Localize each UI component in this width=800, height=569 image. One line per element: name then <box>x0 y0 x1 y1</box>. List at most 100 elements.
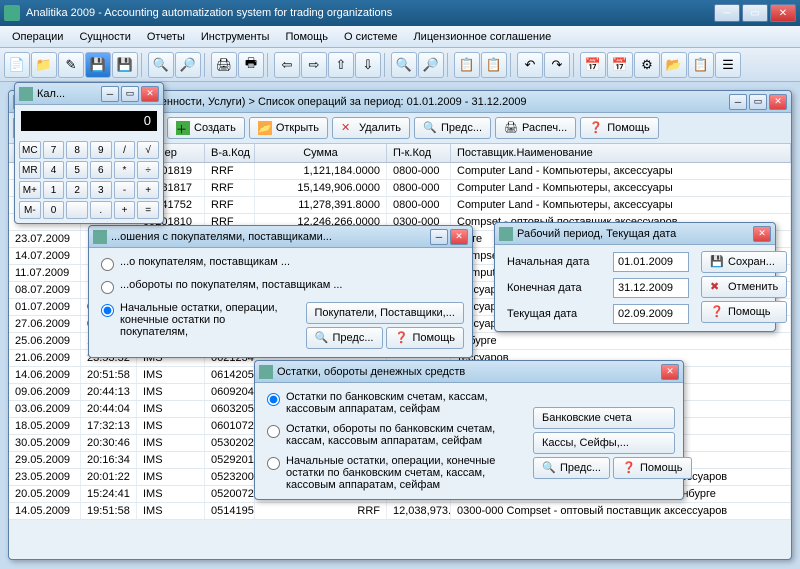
tb-paste-icon[interactable]: 📋 <box>688 52 714 78</box>
preview-button[interactable]: 🔍Предс... <box>306 327 383 349</box>
max-button[interactable]: ▭ <box>749 94 767 110</box>
tb-zoomout-icon[interactable]: 🔍 <box>148 52 174 78</box>
close-button[interactable]: ✕ <box>769 94 787 110</box>
calc-key-M-[interactable]: M- <box>19 201 41 219</box>
col-supplier[interactable]: Поставщик.Наименование <box>451 144 791 162</box>
radio-1[interactable] <box>267 393 280 406</box>
calc-key-0[interactable]: 0 <box>43 201 65 219</box>
save-button[interactable]: 💾Сохран... <box>701 251 787 273</box>
tb-copy2-icon[interactable]: 📋 <box>481 52 507 78</box>
table-row[interactable]: 14.05.200919:51:58IMS05141951RRF12,038,9… <box>9 503 791 520</box>
calc-key-1[interactable]: 1 <box>43 181 65 199</box>
calc-key-MC[interactable]: MC <box>19 141 41 159</box>
tb-settings-icon[interactable]: ⚙ <box>634 52 660 78</box>
help-button[interactable]: ❓Помощь <box>386 327 465 349</box>
menu-license[interactable]: Лицензионное соглашение <box>405 28 559 46</box>
calc-key-blank[interactable] <box>66 201 88 219</box>
period-titlebar[interactable]: Рабочий период, Текущая дата ✕ <box>495 223 775 245</box>
menu-about[interactable]: О системе <box>336 28 405 46</box>
tb-printpreview-icon[interactable]: 🖶 <box>238 52 264 78</box>
tb-zoomin-icon[interactable]: 🔎 <box>175 52 201 78</box>
option-2[interactable]: ...обороты по покупателям, поставщикам .… <box>93 275 468 298</box>
tb-back-icon[interactable]: ⇦ <box>274 52 300 78</box>
tb-folder-icon[interactable]: 📁 <box>31 52 57 78</box>
col-vak[interactable]: В-а.Код <box>205 144 255 162</box>
tb-undo-icon[interactable]: ↶ <box>517 52 543 78</box>
min-button[interactable]: ─ <box>101 86 119 102</box>
radio-3[interactable] <box>101 304 114 317</box>
tb-cal1-icon[interactable]: 📅 <box>580 52 606 78</box>
close-button[interactable]: ✕ <box>141 86 159 102</box>
tb-saveall-icon[interactable]: 💾 <box>112 52 138 78</box>
tb-redo-icon[interactable]: ↷ <box>544 52 570 78</box>
cancel-button[interactable]: ✖Отменить <box>701 276 787 298</box>
calc-key-+[interactable]: + <box>114 201 136 219</box>
minimize-button[interactable]: ─ <box>714 4 740 22</box>
tb-forward-icon[interactable]: ⇨ <box>301 52 327 78</box>
calc-key-6[interactable]: 6 <box>90 161 112 179</box>
maximize-button[interactable]: ▭ <box>742 4 768 22</box>
min-button[interactable]: ─ <box>729 94 747 110</box>
radio-3[interactable] <box>267 457 280 470</box>
min-button[interactable]: ─ <box>430 229 448 245</box>
menu-entities[interactable]: Сущности <box>71 28 138 46</box>
help-button[interactable]: ❓Помощь <box>580 117 659 139</box>
tb-copy-icon[interactable]: 📋 <box>454 52 480 78</box>
calc-key-4[interactable]: 4 <box>43 161 65 179</box>
calc-key-7[interactable]: 7 <box>43 141 65 159</box>
cash-safes-button[interactable]: Кассы, Сейфы,... <box>533 432 675 454</box>
radio-1[interactable] <box>101 258 114 271</box>
delete-button[interactable]: ✕Удалить <box>332 117 410 139</box>
bal-option-2[interactable]: Остатки, обороты по банковским счетам, к… <box>259 419 529 451</box>
bal-option-1[interactable]: Остатки по банковским счетам, кассам, ка… <box>259 387 529 419</box>
option-3[interactable]: Начальные остатки, операции, конечные ос… <box>93 298 302 353</box>
bal-option-3[interactable]: Начальные остатки, операции, конечные ос… <box>259 451 529 495</box>
calc-key-9[interactable]: 9 <box>90 141 112 159</box>
bank-accounts-button[interactable]: Банковские счета <box>533 407 675 429</box>
close-button[interactable]: ✕ <box>450 229 468 245</box>
preview-button[interactable]: 🔍Предс... <box>414 117 491 139</box>
option-1[interactable]: ...о покупателям, поставщикам ... <box>93 252 468 275</box>
menu-tools[interactable]: Инструменты <box>193 28 278 46</box>
tb-edit-icon[interactable]: ✎ <box>58 52 84 78</box>
tb-find2-icon[interactable]: 🔎 <box>418 52 444 78</box>
calc-key-.[interactable]: . <box>90 201 112 219</box>
calc-titlebar[interactable]: Кал... ─ ▭ ✕ <box>15 83 163 105</box>
calc-key--[interactable]: - <box>114 181 136 199</box>
tb-up-icon[interactable]: ⇧ <box>328 52 354 78</box>
calc-key-M+[interactable]: M+ <box>19 181 41 199</box>
tb-doc-icon[interactable]: 📄 <box>4 52 30 78</box>
calc-key-2[interactable]: 2 <box>66 181 88 199</box>
close-button[interactable]: ✕ <box>770 4 796 22</box>
buyers-suppliers-button[interactable]: Покупатели, Поставщики,... <box>306 302 465 324</box>
tb-save-icon[interactable]: 💾 <box>85 52 111 78</box>
start-date-input[interactable] <box>613 252 689 272</box>
help-button[interactable]: ❓Помощь <box>613 457 692 479</box>
tb-find-icon[interactable]: 🔍 <box>391 52 417 78</box>
create-button[interactable]: ＋Создать <box>167 117 245 139</box>
preview-button[interactable]: 🔍Предс... <box>533 457 610 479</box>
calc-key-√[interactable]: √ <box>137 141 159 159</box>
radio-2[interactable] <box>267 425 280 438</box>
max-button[interactable]: ▭ <box>121 86 139 102</box>
relations-titlebar[interactable]: ...ошения с покупателями, поставщиками..… <box>89 226 472 248</box>
calc-key-*[interactable]: * <box>114 161 136 179</box>
calc-key-3[interactable]: 3 <box>90 181 112 199</box>
close-button[interactable]: ✕ <box>753 226 771 242</box>
tb-print-icon[interactable]: 🖨 <box>211 52 237 78</box>
menu-operations[interactable]: Операции <box>4 28 71 46</box>
close-button[interactable]: ✕ <box>661 364 679 380</box>
menu-reports[interactable]: Отчеты <box>139 28 193 46</box>
help-button[interactable]: ❓Помощь <box>701 301 787 323</box>
calc-key-+[interactable]: + <box>137 181 159 199</box>
calc-key-5[interactable]: 5 <box>66 161 88 179</box>
calc-key-/[interactable]: / <box>114 141 136 159</box>
col-sum[interactable]: Сумма <box>255 144 387 162</box>
tb-folder2-icon[interactable]: 📂 <box>661 52 687 78</box>
print-button[interactable]: 🖨Распеч... <box>495 117 576 139</box>
tb-cal2-icon[interactable]: 📅 <box>607 52 633 78</box>
col-pk[interactable]: П-к.Код <box>387 144 451 162</box>
calc-key-MR[interactable]: MR <box>19 161 41 179</box>
menu-help[interactable]: Помощь <box>277 28 336 46</box>
calc-key-÷[interactable]: ÷ <box>137 161 159 179</box>
